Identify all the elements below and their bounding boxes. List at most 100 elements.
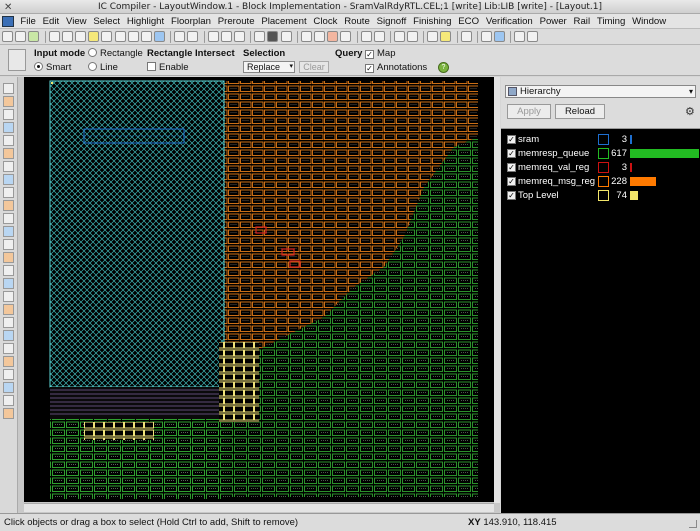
- hierarchy-row[interactable]: ✓ sram 3: [507, 133, 697, 146]
- color-swatch[interactable]: [598, 190, 609, 201]
- menu-floorplan[interactable]: Floorplan: [168, 16, 215, 27]
- hierarchy-dropdown[interactable]: Hierarchy ▾: [505, 85, 696, 98]
- color-swatch[interactable]: [598, 148, 609, 159]
- annotations-checkbox[interactable]: ✓ Annotations: [365, 62, 427, 73]
- flag-icon[interactable]: [3, 304, 14, 315]
- text-icon[interactable]: [3, 343, 14, 354]
- open-icon[interactable]: [15, 31, 27, 42]
- redo-icon[interactable]: [440, 31, 452, 42]
- pin-icon[interactable]: [3, 252, 14, 263]
- blockage-icon[interactable]: [3, 291, 14, 302]
- snap-icon[interactable]: [360, 31, 372, 42]
- info-icon[interactable]: [74, 31, 86, 42]
- search-icon[interactable]: [101, 31, 113, 42]
- ruler-icon[interactable]: [114, 31, 126, 42]
- enable-checkbox[interactable]: Enable: [147, 62, 189, 73]
- menu-file[interactable]: File: [17, 16, 39, 27]
- copy-icon[interactable]: [174, 31, 186, 42]
- refresh-icon[interactable]: [460, 31, 472, 42]
- menu-finishing[interactable]: Finishing: [410, 16, 455, 27]
- rotate-icon[interactable]: [480, 31, 492, 42]
- layer-icon[interactable]: [3, 148, 14, 159]
- net-icon[interactable]: [527, 31, 539, 42]
- flip-icon[interactable]: [494, 31, 505, 42]
- menu-edit[interactable]: Edit: [39, 16, 62, 27]
- shape-icon[interactable]: [3, 356, 14, 367]
- select-icon[interactable]: [48, 31, 60, 42]
- zoom-icon[interactable]: [3, 96, 14, 107]
- align-icon[interactable]: [3, 187, 14, 198]
- highlight-icon[interactable]: [254, 31, 266, 42]
- layout-canvas[interactable]: [24, 77, 494, 502]
- menu-power[interactable]: Power: [536, 16, 570, 27]
- vertical-scrollbar[interactable]: [494, 77, 500, 503]
- color-swatch[interactable]: [598, 176, 609, 187]
- menu-highlight[interactable]: Highlight: [123, 16, 167, 27]
- checkbox-checked-icon[interactable]: ✓: [507, 191, 516, 200]
- zoom-icon[interactable]: [88, 31, 100, 42]
- route-icon[interactable]: [3, 265, 14, 276]
- menu-verification[interactable]: Verification: [482, 16, 536, 27]
- menu-eco[interactable]: ECO: [455, 16, 483, 27]
- menu-preroute[interactable]: Preroute: [214, 16, 258, 27]
- hierarchy-row[interactable]: ✓ memresp_queue 617: [507, 147, 699, 160]
- save-icon[interactable]: [28, 31, 40, 42]
- net-icon[interactable]: [3, 239, 14, 250]
- fill-icon[interactable]: [3, 369, 14, 380]
- select-icon[interactable]: [3, 83, 14, 94]
- arrow-down-icon[interactable]: [407, 31, 419, 42]
- color-swatch[interactable]: [598, 134, 609, 145]
- flip-icon[interactable]: [3, 395, 14, 406]
- pan-icon[interactable]: [340, 31, 352, 42]
- more-icon[interactable]: [3, 330, 14, 341]
- reload-button[interactable]: Reload: [555, 104, 605, 119]
- pan-icon[interactable]: [3, 109, 14, 120]
- rectangle-radio[interactable]: Rectangle: [88, 48, 143, 59]
- clear-button[interactable]: Clear: [299, 61, 329, 73]
- smart-radio[interactable]: Smart: [34, 62, 71, 73]
- menu-select[interactable]: Select: [90, 16, 123, 27]
- color-icon[interactable]: [207, 31, 219, 42]
- resize-grip-icon[interactable]: [689, 520, 697, 528]
- arrow-up-icon[interactable]: [393, 31, 405, 42]
- copy-icon[interactable]: [3, 408, 14, 419]
- color-swatch[interactable]: [598, 162, 609, 173]
- move-icon[interactable]: [127, 31, 139, 42]
- snap-icon[interactable]: [3, 213, 14, 224]
- via-icon[interactable]: [3, 278, 14, 289]
- zoom-in-icon[interactable]: [300, 31, 312, 42]
- apply-button[interactable]: Apply: [507, 104, 551, 119]
- cut-icon[interactable]: [3, 161, 14, 172]
- move-icon[interactable]: [3, 174, 14, 185]
- menu-signoff[interactable]: Signoff: [373, 16, 409, 27]
- checkbox-checked-icon[interactable]: ✓: [507, 177, 516, 186]
- layers-icon[interactable]: [514, 31, 526, 42]
- close-icon[interactable]: ✕: [4, 1, 12, 15]
- map-checkbox[interactable]: ✓ Map: [365, 48, 395, 59]
- line-radio[interactable]: Line: [88, 62, 118, 73]
- menu-rail[interactable]: Rail: [570, 16, 593, 27]
- grid-icon[interactable]: [234, 31, 245, 42]
- new-icon[interactable]: [2, 31, 13, 42]
- stretch-icon[interactable]: [140, 31, 152, 42]
- horizontal-scrollbar[interactable]: [24, 503, 494, 512]
- hierarchy-row[interactable]: ✓ Top Level 74: [507, 189, 697, 202]
- help-icon[interactable]: ?: [438, 62, 449, 73]
- settings-icon[interactable]: [3, 317, 14, 328]
- hand-icon[interactable]: [154, 31, 166, 42]
- cross-icon[interactable]: [280, 31, 292, 42]
- pencil-icon[interactable]: [61, 31, 73, 42]
- gear-icon[interactable]: ⚙: [685, 105, 695, 118]
- query-icon[interactable]: [3, 135, 14, 146]
- zoom-out-icon[interactable]: [327, 31, 339, 42]
- measure-icon[interactable]: [3, 122, 14, 133]
- zoom-fit-icon[interactable]: [313, 31, 325, 42]
- hierarchy-row[interactable]: ✓ memreq_msg_reg 228: [507, 175, 697, 188]
- menu-timing[interactable]: Timing: [593, 16, 628, 27]
- menu-placement[interactable]: Placement: [258, 16, 310, 27]
- grid2-icon[interactable]: [267, 31, 279, 42]
- menu-route[interactable]: Route: [341, 16, 373, 27]
- checkbox-checked-icon[interactable]: ✓: [507, 135, 516, 144]
- selection-dropdown[interactable]: Replace ▾: [243, 61, 295, 73]
- hierarchy-row[interactable]: ✓ memreq_val_reg 3: [507, 161, 697, 174]
